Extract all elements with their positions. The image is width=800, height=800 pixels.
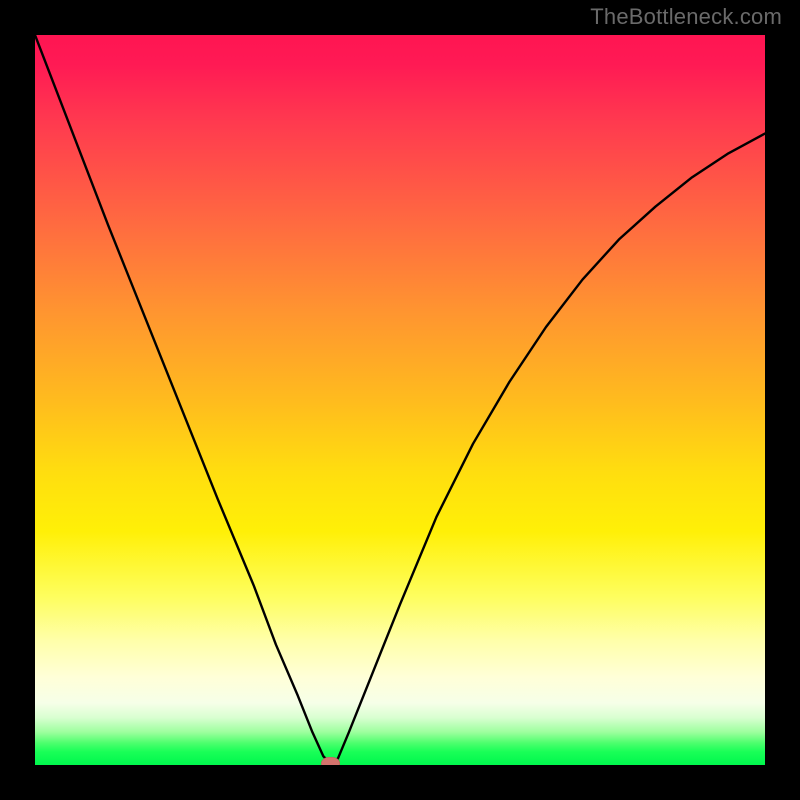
plot-area (35, 35, 765, 765)
bottleneck-curve (35, 35, 765, 765)
watermark-text: TheBottleneck.com (590, 4, 782, 30)
chart-frame: TheBottleneck.com (0, 0, 800, 800)
optimal-point-marker (321, 757, 340, 765)
